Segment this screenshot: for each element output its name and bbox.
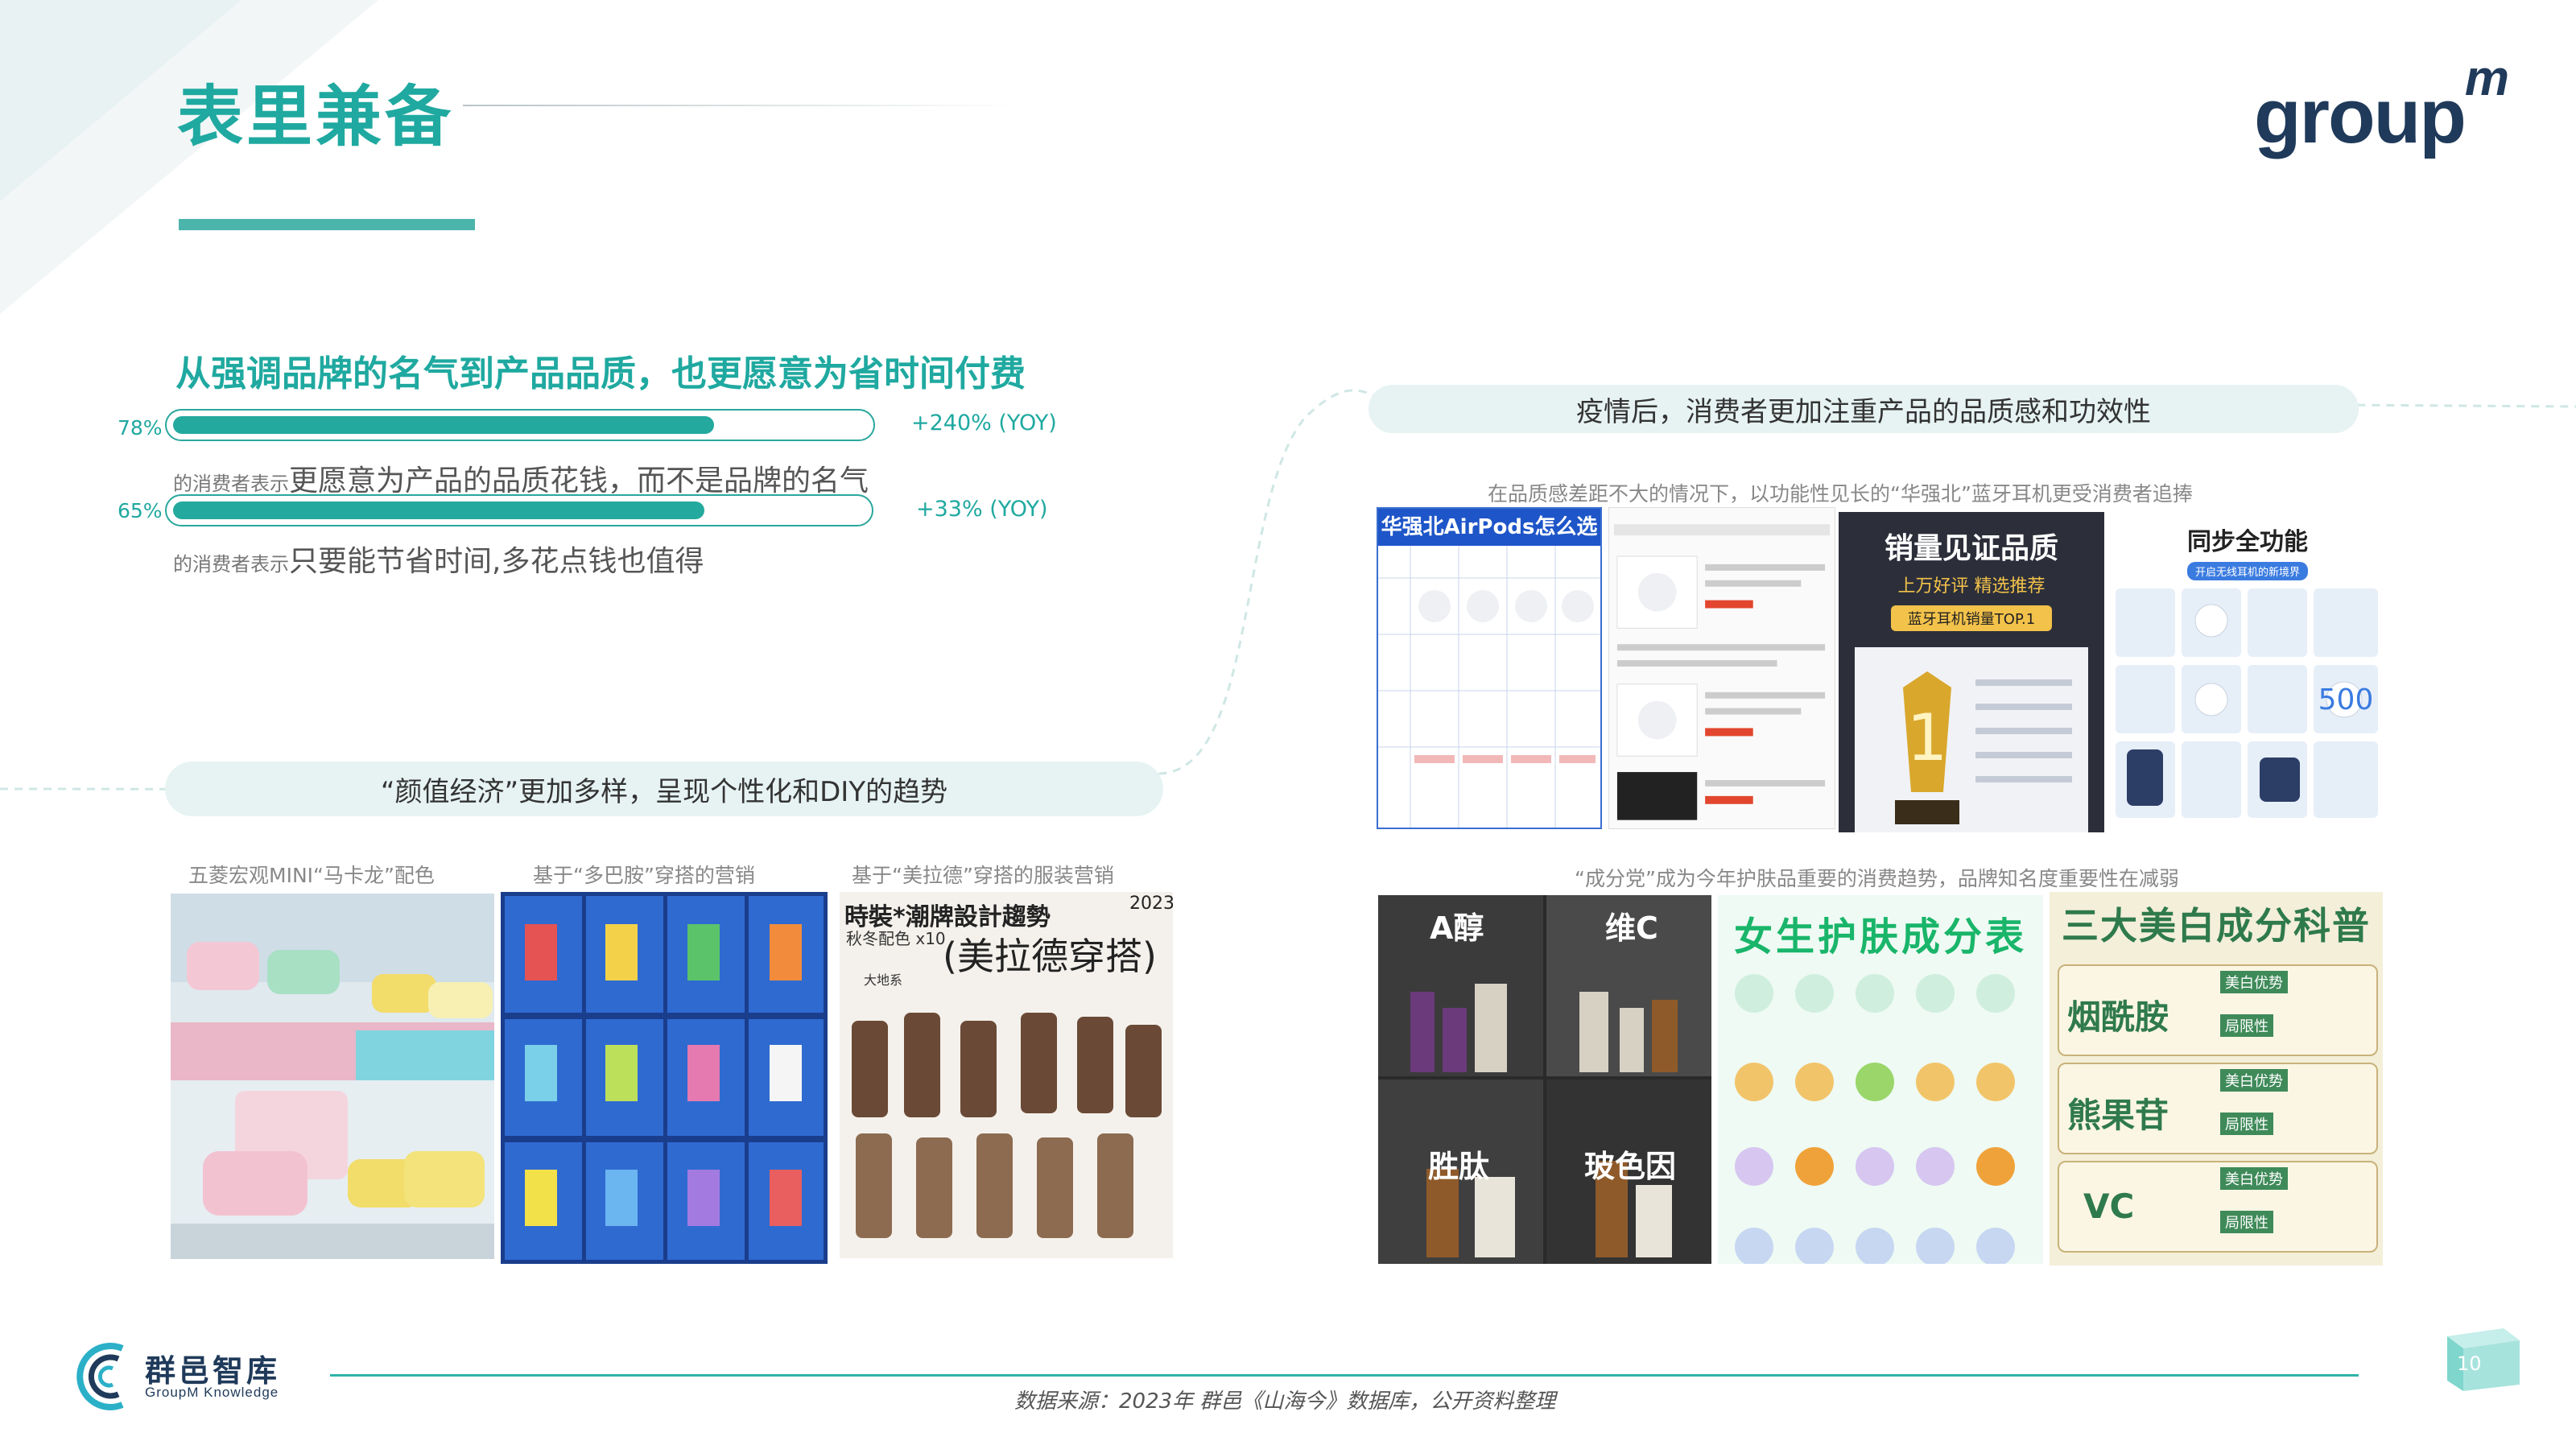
whitening-ingredients-panel: 三大美白成分科普 烟酰胺 美白优势 局限性 熊果苷 美白优势 局限性 VC 美白… (2050, 892, 2383, 1265)
image-caption: 基于“美拉德”穿搭的服装营销 (852, 864, 1114, 887)
page-number: 10 (2457, 1352, 2482, 1375)
stat-description: 的消费者表示更愿意为产品的品质花钱，而不是品牌的名气 (173, 464, 869, 497)
trend-pill-aesthetic: “颜值经济”更加多样，呈现个性化和DIY的趋势 (165, 762, 1163, 816)
wuling-mini-photo (171, 894, 494, 1259)
brand-name: 群邑智库 (145, 1353, 281, 1389)
groupm-logo: groupm (2254, 51, 2509, 159)
data-source-note: 数据来源：2023年 群邑《山海今》数据库，公开资料整理 (1014, 1389, 1556, 1414)
stat-percent: 65% (118, 499, 163, 522)
skincare-ingredient-chart: 女生护肤成分表 (1718, 895, 2043, 1264)
skincare-ingredient-photos: A醇 维C 胜肽 玻色因 (1378, 895, 1711, 1264)
full-function-panel: 同步全功能 开启无线耳机的新境界 500 (2111, 512, 2384, 832)
progress-bar-fill (173, 416, 714, 434)
image-caption: 基于“多巴胺”穿搭的营销 (533, 864, 755, 887)
dopamine-outfits-photo (501, 892, 828, 1264)
image-caption: 在品质感差距不大的情况下，以功能性见长的“华强北”蓝牙耳机更受消费者追捧 (1488, 482, 2193, 506)
stat-percent: 78% (118, 416, 163, 440)
groupm-knowledge-logo-icon (76, 1343, 124, 1410)
trend-pill-quality: 疫情后，消费者更加注重产品的品质感和功效性 (1368, 385, 2359, 433)
maillard-fashion-poster: 時裝*潮牌設計趨勢 2023 秋冬配色 x10 (美拉德穿搭) 大地系 (840, 892, 1173, 1258)
svg-text:1: 1 (1907, 700, 1948, 775)
stat-yoy: +240% (YOY) (911, 411, 1057, 436)
stat-yoy: +33% (YOY) (916, 497, 1048, 522)
title-divider (463, 105, 1026, 106)
image-caption: 五菱宏观MINI“马卡龙”配色 (188, 864, 435, 887)
sales-ranking-panel: 销量见证品质 上万好评 精选推荐 蓝牙耳机销量TOP.1 1 (1839, 512, 2104, 832)
progress-bar-fill (173, 502, 704, 519)
stat-description: 的消费者表示只要能节省时间,多花点钱也值得 (173, 545, 704, 578)
title-accent-bar (179, 219, 475, 230)
page-title: 表里兼备 (177, 79, 455, 155)
footer-divider (330, 1374, 2359, 1377)
image-caption: “成分党”成为今年护肤品重要的消费趋势，品牌知名度重要性在减弱 (1575, 867, 2179, 890)
airpods-comparison-panel: 华强北AirPods怎么选 (1377, 507, 1602, 829)
page-number-cube-icon (2447, 1328, 2520, 1391)
svg-text:500: 500 (2318, 683, 2374, 716)
progress-bar (165, 494, 873, 526)
progress-bar (165, 409, 875, 441)
section-headline: 从强调品牌的名气到产品品质，也更愿意为省时间付费 (175, 353, 1026, 394)
brand-subtitle: GroupM Knowledge (145, 1385, 279, 1400)
earphone-shop-listing-panel (1608, 507, 1835, 829)
